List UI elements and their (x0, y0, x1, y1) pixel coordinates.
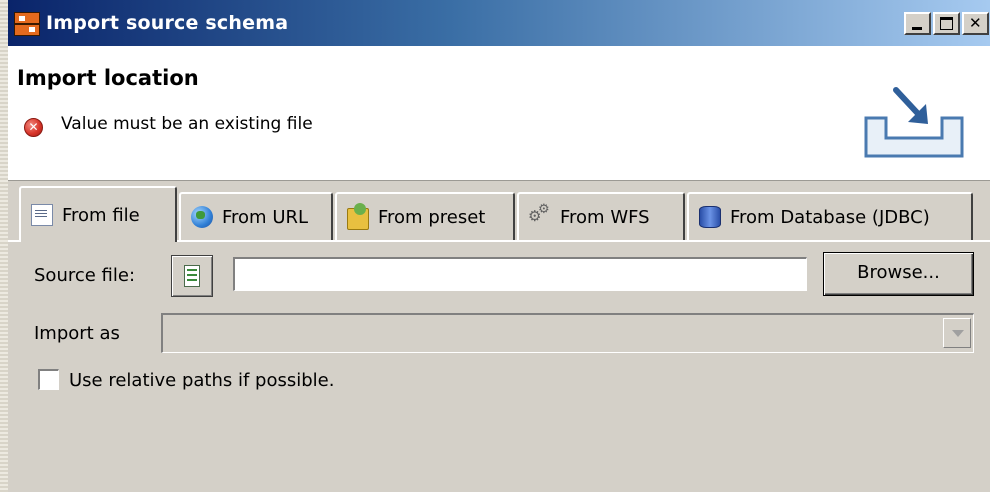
close-button[interactable] (962, 12, 989, 35)
tab-label: From file (62, 204, 140, 226)
relative-paths-checkbox[interactable] (38, 369, 59, 390)
tab-from-wfs[interactable]: From WFS (517, 192, 685, 240)
relative-paths-label: Use relative paths if possible. (69, 370, 335, 391)
chevron-down-icon[interactable] (943, 318, 971, 348)
tab-from-file[interactable]: From file (19, 186, 177, 242)
tab-label: From Database (JDBC) (730, 206, 930, 228)
database-icon (699, 206, 721, 228)
maximize-button[interactable] (933, 12, 960, 35)
tab-label: From WFS (560, 206, 650, 228)
import-as-select[interactable] (161, 313, 974, 353)
browse-button[interactable]: Browse... (823, 252, 974, 296)
app-icon (14, 12, 40, 36)
file-icon (31, 204, 53, 226)
import-as-label: Import as (34, 323, 120, 344)
globe-icon (191, 206, 213, 228)
import-wizard-graphic (864, 87, 964, 158)
minimize-button[interactable] (904, 12, 931, 35)
tab-from-preset[interactable]: From preset (335, 192, 515, 240)
import-source-schema-dialog: Import source schema Import location ✕ V… (8, 0, 990, 492)
window-title: Import source schema (46, 12, 289, 34)
wizard-banner: Import location ✕ Value must be an exist… (8, 48, 990, 181)
error-icon: ✕ (24, 118, 43, 137)
tab-from-database-jdbc[interactable]: From Database (JDBC) (687, 192, 973, 240)
list-icon (184, 265, 200, 287)
page-title: Import location (17, 66, 199, 90)
file-list-button[interactable] (171, 255, 213, 297)
title-bar[interactable]: Import source schema (8, 0, 990, 48)
gears-icon (528, 203, 551, 228)
desktop-edge (0, 0, 8, 492)
source-file-label: Source file: (34, 265, 136, 286)
folder-icon (347, 203, 369, 230)
tab-from-url[interactable]: From URL (179, 192, 333, 240)
tab-label: From preset (378, 206, 486, 228)
tab-label: From URL (222, 206, 309, 228)
error-message: Value must be an existing file (61, 114, 313, 134)
source-file-input[interactable] (233, 257, 807, 291)
